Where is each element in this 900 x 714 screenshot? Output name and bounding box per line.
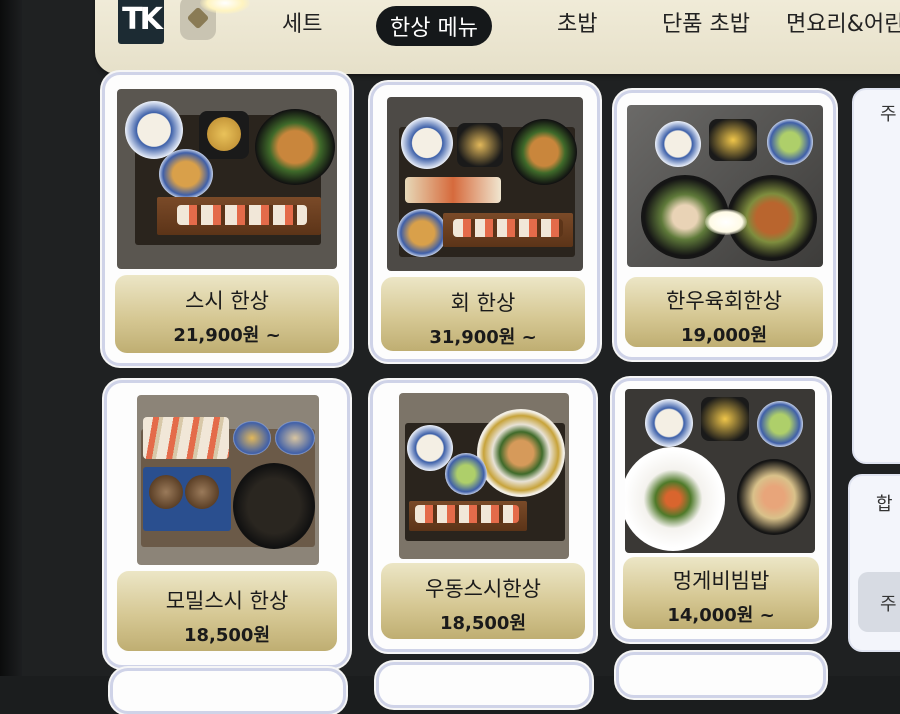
menu-photo bbox=[399, 393, 569, 559]
order-list-panel: 주 bbox=[852, 88, 900, 464]
total-label: 합 bbox=[876, 494, 893, 515]
menu-price: 18,500원 bbox=[183, 625, 271, 646]
menu-label: 스시 한상 21,900원 ~ bbox=[115, 275, 339, 353]
order-panel-label: 주 bbox=[880, 104, 897, 125]
brand-logo: TK bbox=[118, 0, 164, 44]
menu-name: 우동스시한상 bbox=[425, 577, 541, 601]
menu-photo bbox=[625, 389, 815, 553]
menu-label: 모밀스시 한상 18,500원 bbox=[117, 571, 337, 651]
menu-name: 멍게비빔밥 bbox=[672, 569, 770, 593]
tab-set[interactable]: 세트 bbox=[282, 6, 322, 38]
menu-price: 19,000원 bbox=[680, 325, 768, 346]
menu-photo bbox=[387, 97, 583, 271]
menu-price: 18,500원 bbox=[439, 613, 527, 634]
menu-price: 21,900원 ~ bbox=[173, 325, 281, 346]
menu-photo bbox=[117, 89, 337, 269]
menu-card-partial[interactable] bbox=[616, 652, 826, 698]
menu-photo bbox=[627, 105, 823, 267]
menu-label: 회 한상 31,900원 ~ bbox=[381, 277, 585, 351]
tab-single-sushi[interactable]: 단품 초밥 bbox=[662, 6, 750, 38]
menu-card-partial[interactable] bbox=[376, 662, 592, 708]
menu-card-momil-sushi[interactable]: 모밀스시 한상 18,500원 bbox=[104, 380, 350, 668]
tab-hansang-menu[interactable]: 한상 메뉴 bbox=[376, 6, 492, 46]
total-panel: 합 주 bbox=[848, 474, 900, 652]
menu-price: 31,900원 ~ bbox=[429, 327, 537, 348]
menu-name: 모밀스시 한상 bbox=[165, 589, 289, 613]
menu-card-udon-sushi[interactable]: 우동스시한상 18,500원 bbox=[370, 380, 596, 652]
menu-label: 멍게비빔밥 14,000원 ~ bbox=[623, 557, 819, 629]
menu-name: 회 한상 bbox=[450, 291, 516, 315]
tab-noodles-kids[interactable]: 면요리&어린 bbox=[786, 6, 900, 38]
order-button[interactable]: 주 bbox=[858, 572, 900, 632]
menu-card-sushi-hansang[interactable]: 스시 한상 21,900원 ~ bbox=[102, 72, 352, 366]
menu-label: 한우육회한상 19,000원 bbox=[625, 277, 823, 347]
menu-card-meongge-bibimbap[interactable]: 멍게비빔밥 14,000원 ~ bbox=[612, 378, 830, 642]
menu-photo bbox=[137, 395, 319, 565]
menu-card-partial[interactable] bbox=[110, 668, 346, 714]
menu-label: 우동스시한상 18,500원 bbox=[381, 563, 585, 639]
order-button-label: 주 bbox=[880, 594, 897, 615]
menu-card-hanu-yukhoe[interactable]: 한우육회한상 19,000원 bbox=[614, 90, 836, 360]
menu-name: 스시 한상 bbox=[185, 289, 269, 313]
menu-price: 14,000원 ~ bbox=[667, 605, 775, 626]
menu-card-hoe-hansang[interactable]: 회 한상 31,900원 ~ bbox=[370, 82, 600, 362]
menu-name: 한우육회한상 bbox=[666, 289, 782, 313]
tab-chobap[interactable]: 초밥 bbox=[557, 6, 597, 38]
